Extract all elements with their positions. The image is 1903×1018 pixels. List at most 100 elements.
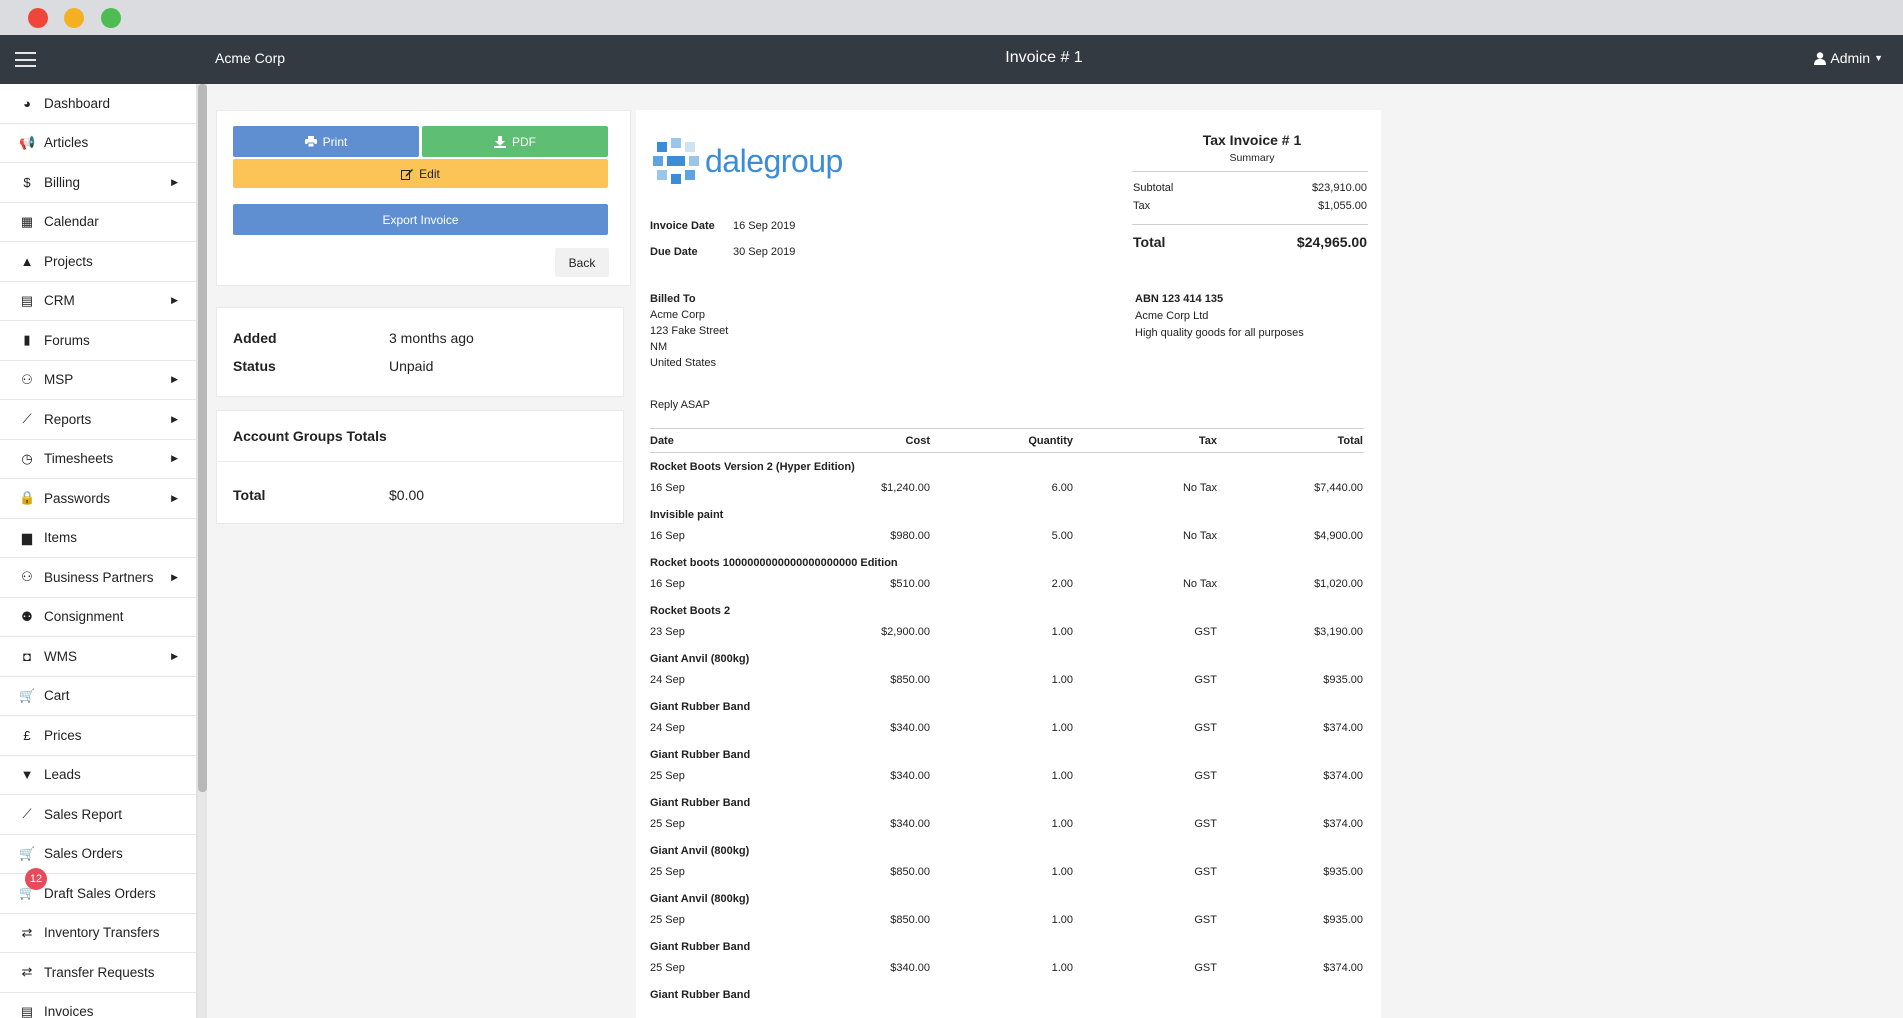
boxes-icon: ◘: [23, 648, 31, 664]
billed-to-line: 123 Fake Street: [650, 325, 729, 337]
invoice-date: 16 Sep 2019: [733, 220, 796, 232]
sidebar-item-label: Projects: [44, 253, 93, 269]
close-window-button[interactable]: [28, 8, 48, 28]
brand-name[interactable]: Acme Corp: [215, 50, 285, 66]
line-item-cost: $850.00: [890, 866, 930, 878]
sidebar-item-cart[interactable]: 🛒 Cart: [0, 677, 196, 716]
tax-value: $1,055.00: [1318, 200, 1367, 212]
printer-icon: [304, 136, 317, 147]
people-icon: ⚉: [21, 608, 33, 624]
list-icon: ▤: [20, 292, 34, 308]
top-navbar: Acme Corp Invoice # 1 Admin ▼: [0, 35, 1903, 84]
sidebar-item-draft-sales-orders[interactable]: 🛒 Draft Sales Orders 12: [0, 868, 196, 914]
line-item-total: $374.00: [1323, 722, 1363, 734]
line-item-name: Giant Rubber Band: [650, 701, 751, 713]
sidebar-item-projects[interactable]: ▲ Projects: [0, 242, 196, 282]
invoice-note: Reply ASAP: [650, 399, 710, 411]
sidebar-item-crm[interactable]: ▤ CRM ▶: [0, 282, 196, 321]
megaphone-icon: 📢: [19, 134, 36, 150]
line-item-total: $935.00: [1323, 914, 1363, 926]
line-item-date: 25 Sep: [650, 818, 685, 830]
hamburger-menu-icon[interactable]: [15, 52, 36, 67]
sidebar-item-billing[interactable]: $ Billing ▶: [0, 163, 196, 203]
sidebar-item-timesheets[interactable]: ◷ Timesheets ▶: [0, 440, 196, 479]
total-label: Total: [1133, 234, 1166, 250]
sidebar-item-invoices[interactable]: ▤ Invoices: [0, 993, 196, 1018]
sidebar-item-calendar[interactable]: ▦ Calendar: [0, 203, 196, 242]
sidebar-item-label: Inventory Transfers: [44, 925, 160, 941]
added-value: 3 months ago: [389, 330, 474, 346]
line-item-quantity: 1.00: [1051, 626, 1073, 638]
line-item-tax: GST: [1194, 770, 1217, 782]
invoice-subheading: Summary: [1229, 152, 1275, 164]
sidebar-item-transfer-requests[interactable]: ⇄ Transfer Requests: [0, 953, 196, 993]
sidebar-item-sales-report[interactable]: ⟋ Sales Report: [0, 795, 196, 835]
chevron-right-icon: ▶: [171, 453, 178, 464]
sidebar-item-label: CRM: [44, 293, 75, 309]
line-item-total: $3,190.00: [1314, 626, 1363, 638]
transfer-icon: ⇄: [21, 964, 33, 980]
sidebar-item-business-partners[interactable]: ⚇ Business Partners ▶: [0, 558, 196, 598]
sidebar-item-label: Forums: [44, 332, 90, 348]
chevron-right-icon: ▶: [171, 650, 178, 661]
sidebar-item-items[interactable]: ▆ Items: [0, 519, 196, 558]
back-button[interactable]: Back: [555, 248, 609, 277]
column-quantity: Quantity: [1028, 435, 1073, 447]
sidebar-item-sales-orders[interactable]: 🛒 Sales Orders: [0, 835, 196, 874]
line-item-cost: $2,900.00: [881, 626, 930, 638]
download-icon: [494, 135, 506, 148]
sidebar-item-label: Invoices: [44, 1004, 94, 1018]
line-item-quantity: 5.00: [1051, 530, 1073, 542]
sidebar-item-label: Billing: [44, 174, 81, 190]
sidebar-item-inventory-transfers[interactable]: ⇄ Inventory Transfers: [0, 914, 196, 953]
tax-label: Tax: [1133, 200, 1151, 212]
sidebar: ◕ Dashboard 📢 Articles $ Billing ▶ ▦ Calendar ▲ Pr…: [0, 84, 196, 1018]
maximize-window-button[interactable]: [101, 8, 121, 28]
line-item-total: $935.00: [1323, 866, 1363, 878]
sidebar-item-forums[interactable]: ▮ Forums: [0, 321, 196, 361]
account-groups-total-label: Total: [233, 487, 266, 503]
sidebar-item-articles[interactable]: 📢 Articles: [0, 124, 196, 163]
sidebar-scrollbar[interactable]: [198, 84, 207, 1018]
subtotal-value: $23,910.00: [1311, 182, 1367, 194]
user-icon: [1814, 51, 1827, 65]
edit-button[interactable]: Edit: [233, 159, 608, 188]
user-menu[interactable]: Admin ▼: [1814, 50, 1883, 66]
line-item-cost: $980.00: [890, 530, 930, 542]
summary-divider: [1132, 171, 1368, 172]
sidebar-item-reports[interactable]: ⟋ Reports ▶: [0, 400, 196, 440]
line-item-date: 25 Sep: [650, 770, 685, 782]
sidebar-item-msp[interactable]: ⚇ MSP ▶: [0, 361, 196, 400]
sidebar-item-dashboard[interactable]: ◕ Dashboard: [0, 84, 196, 124]
line-item-quantity: 1.00: [1051, 674, 1073, 686]
line-item-quantity: 6.00: [1051, 482, 1073, 494]
line-item-quantity: 2.00: [1051, 578, 1073, 590]
line-item-total: $935.00: [1323, 674, 1363, 686]
export-invoice-button[interactable]: Export Invoice: [233, 204, 608, 235]
line-item-name: Giant Rubber Band: [650, 989, 751, 1001]
line-item-tax: No Tax: [1182, 578, 1217, 590]
sidebar-item-prices[interactable]: £ Prices: [0, 716, 196, 756]
sidebar-item-wms[interactable]: ◘ WMS ▶: [0, 637, 196, 677]
line-item-quantity: 1.00: [1051, 866, 1073, 878]
table-header-divider: [650, 452, 1364, 453]
line-item-name: Rocket Boots Version 2 (Hyper Edition): [650, 461, 855, 473]
sidebar-item-label: Transfer Requests: [44, 964, 155, 980]
line-item-quantity: 1.00: [1051, 914, 1073, 926]
line-item-tax: GST: [1194, 914, 1217, 926]
sidebar-item-leads[interactable]: ▼ Leads: [0, 756, 196, 795]
sidebar-item-passwords[interactable]: 🔒 Passwords ▶: [0, 479, 196, 519]
sidebar-item-consignment[interactable]: ⚉ Consignment: [0, 598, 196, 637]
billed-to-line: Acme Corp: [650, 309, 706, 321]
sidebar-item-label: Items: [44, 530, 78, 546]
sitemap-icon: ⚇: [21, 569, 33, 585]
sidebar-scrollbar-thumb[interactable]: [198, 84, 207, 792]
line-item-quantity: 1.00: [1051, 818, 1073, 830]
line-item-quantity: 1.00: [1051, 722, 1073, 734]
print-button[interactable]: Print: [233, 126, 419, 157]
minimize-window-button[interactable]: [64, 8, 84, 28]
line-item-cost: $340.00: [890, 818, 930, 830]
column-total: Total: [1337, 435, 1363, 447]
column-date: Date: [650, 435, 674, 447]
pdf-button[interactable]: PDF: [422, 126, 608, 157]
